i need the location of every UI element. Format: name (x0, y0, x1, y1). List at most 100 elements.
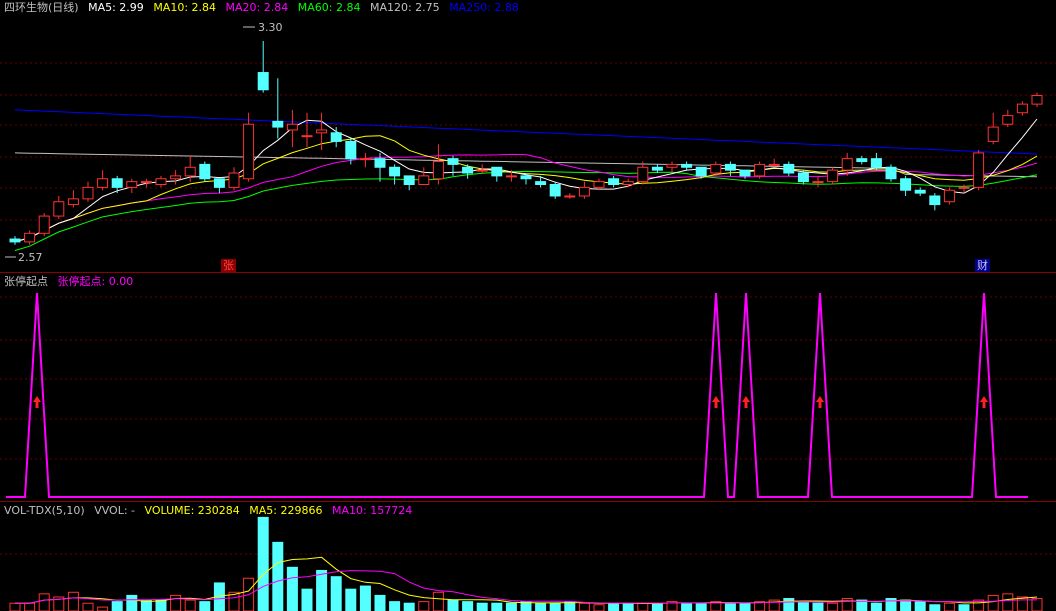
candle-body (126, 181, 138, 188)
candle-body (199, 163, 211, 180)
volume-bar (797, 601, 809, 611)
candle-body (432, 161, 444, 180)
finance-tag[interactable]: 财 (975, 259, 990, 272)
volume-bar (38, 593, 50, 611)
candle-body (184, 166, 196, 177)
volume-bar (549, 602, 561, 611)
low-price-label: 2.57 (18, 251, 43, 264)
volume-bar (447, 599, 459, 611)
candle-body (286, 123, 298, 131)
candle-body (24, 232, 36, 243)
volume-bar (914, 601, 926, 611)
up-arrow-icon (742, 396, 750, 408)
up-arrow-icon (816, 396, 824, 408)
candle-body (943, 189, 955, 203)
candle-body (535, 181, 547, 185)
volume-bar (374, 594, 386, 611)
candle-body (900, 178, 912, 191)
candle-body (9, 238, 21, 243)
candle-body (462, 166, 474, 174)
candle-body (53, 201, 65, 217)
candle-body (637, 166, 649, 183)
volume-bar (739, 602, 751, 611)
volume-bar (870, 602, 882, 611)
candle-body (856, 158, 868, 163)
candle-body (681, 163, 693, 168)
volume-bar (9, 602, 21, 611)
up-arrow-icon (980, 396, 988, 408)
volume-ma5-line (15, 556, 1038, 604)
candle-body (272, 120, 284, 128)
candle-body (754, 163, 766, 177)
candle-body (111, 178, 123, 188)
volume-bar (257, 516, 269, 611)
volume-chart[interactable] (0, 502, 1056, 611)
volume-bar (462, 601, 474, 611)
ma250-line (14, 109, 1038, 155)
candle-body (213, 178, 225, 188)
candle-body (243, 123, 255, 180)
candle-body (403, 175, 415, 185)
candle-body (564, 195, 576, 198)
candle-body (82, 186, 94, 200)
volume-bar (24, 602, 36, 611)
indicator-chart[interactable] (0, 273, 1056, 501)
volume-bar (841, 598, 853, 611)
volume-bar (389, 601, 401, 611)
ma10-line (14, 135, 1038, 243)
volume-bar (943, 602, 955, 611)
volume-bar (505, 602, 517, 611)
volume-panel: VOL-TDX(5,10) VVOL: - VOLUME: 230284 MA5… (0, 502, 1056, 611)
volume-bar (622, 602, 634, 611)
volume-bar (827, 602, 839, 611)
volume-bar (987, 594, 999, 611)
candle-body (140, 181, 152, 184)
up-arrow-icon (712, 396, 720, 408)
volume-bar (783, 598, 795, 611)
volume-bar (958, 604, 970, 611)
price-panel: 四环生物(日线) MA5: 2.99 MA10: 2.84 MA20: 2.84… (0, 0, 1056, 272)
volume-bar (1016, 596, 1028, 611)
candle-body (929, 195, 941, 206)
candle-body (316, 129, 328, 134)
candle-body (67, 198, 79, 206)
candle-body (97, 178, 109, 188)
candle-body (257, 72, 269, 91)
limit-up-tag[interactable]: 张 (221, 259, 236, 272)
volume-bar (272, 541, 284, 611)
candle-body (447, 158, 459, 165)
candle-body (330, 132, 342, 142)
volume-bar (126, 594, 138, 611)
volume-bar (418, 601, 430, 611)
volume-bar (184, 599, 196, 611)
volume-bar (403, 602, 415, 611)
candle-body (491, 166, 503, 177)
volume-bar (929, 604, 941, 611)
candle-body (651, 166, 663, 171)
volume-bar (97, 606, 109, 611)
high-price-label: 3.30 (258, 21, 283, 34)
candle-body (389, 166, 401, 177)
candle-body (958, 186, 970, 189)
volume-bar (724, 602, 736, 611)
candle-body (374, 158, 386, 168)
volume-bar (111, 601, 123, 611)
volume-bar (82, 602, 94, 611)
candle-body (827, 169, 839, 183)
candle-body (228, 172, 240, 188)
candle-body (870, 158, 882, 168)
candle-body (155, 178, 167, 185)
volume-bar (578, 602, 590, 611)
candle-body (301, 135, 313, 138)
candle-body (973, 152, 985, 188)
candle-body (476, 169, 488, 172)
volume-bar (637, 602, 649, 611)
volume-bar (199, 601, 211, 611)
volume-bar (695, 602, 707, 611)
volume-bar (1002, 593, 1014, 611)
candle-body (520, 175, 532, 180)
candle-body (505, 175, 517, 178)
candle-body (359, 158, 371, 161)
candlestick-chart[interactable] (0, 0, 1056, 272)
candle-body (622, 181, 634, 185)
